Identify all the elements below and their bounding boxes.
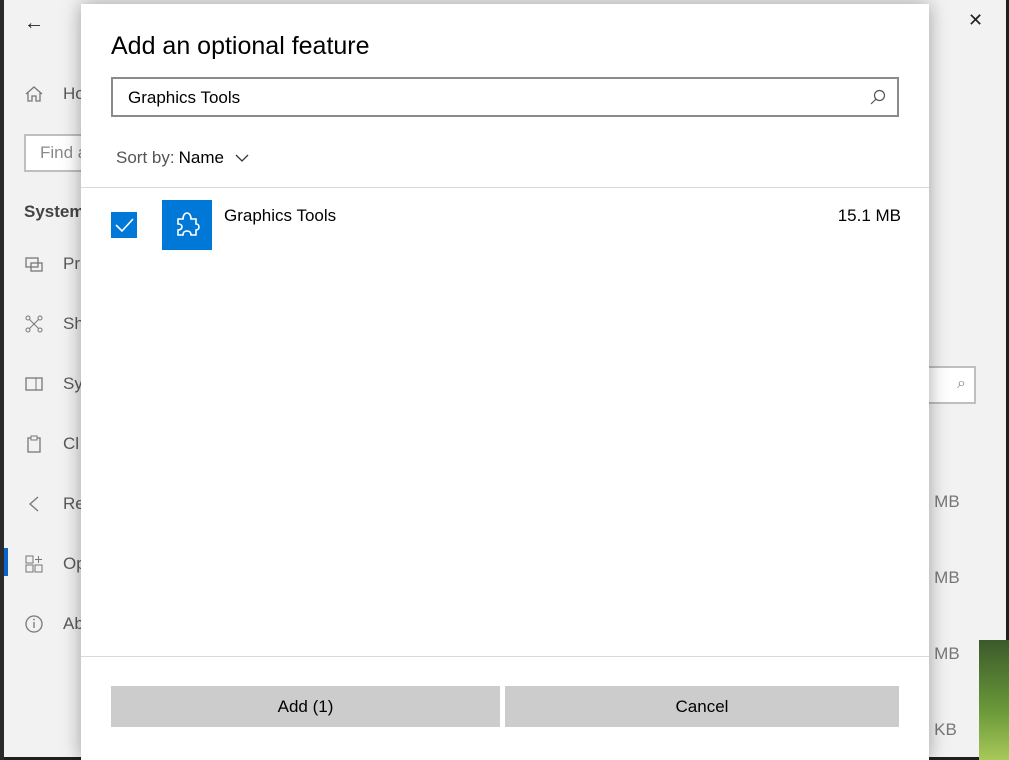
search-icon: ⌕ bbox=[957, 375, 966, 392]
nav-item-system-components[interactable]: Sy bbox=[24, 374, 83, 394]
search-icon[interactable] bbox=[869, 88, 887, 106]
shared-experiences-icon bbox=[24, 314, 44, 334]
sort-value: Name bbox=[178, 148, 224, 167]
checkmark-icon bbox=[115, 218, 134, 233]
puzzle-piece-icon bbox=[162, 200, 212, 250]
divider bbox=[81, 187, 929, 188]
remote-desktop-icon bbox=[24, 494, 44, 514]
projecting-icon bbox=[24, 254, 44, 274]
nav-item-about[interactable]: Ab bbox=[24, 614, 84, 634]
active-nav-indicator bbox=[4, 548, 8, 576]
divider bbox=[81, 656, 929, 657]
optional-features-icon bbox=[24, 554, 44, 574]
add-button[interactable]: Add (1) bbox=[111, 686, 500, 727]
desktop-edge bbox=[0, 0, 4, 760]
back-arrow-icon[interactable]: ← bbox=[24, 12, 44, 35]
nav-item-optional-features[interactable]: Op bbox=[24, 554, 86, 574]
feature-checkbox[interactable] bbox=[111, 212, 137, 238]
clipboard-icon bbox=[24, 434, 44, 454]
search-value: Graphics Tools bbox=[128, 88, 241, 107]
sort-label: Sort by: bbox=[116, 148, 175, 167]
nav-item-projecting[interactable]: Pr bbox=[24, 254, 80, 274]
nav-item-remote-desktop[interactable]: Re bbox=[24, 494, 85, 514]
nav-item-clipboard[interactable]: Cl bbox=[24, 434, 79, 454]
nav-item-shared[interactable]: Sh bbox=[24, 314, 84, 334]
feature-list-item[interactable]: Graphics Tools 15.1 MB bbox=[111, 200, 901, 252]
sort-dropdown[interactable]: Sort by: Name bbox=[116, 148, 250, 168]
close-icon[interactable]: ✕ bbox=[968, 10, 983, 31]
home-icon bbox=[24, 84, 44, 104]
chevron-down-icon bbox=[234, 150, 250, 166]
about-icon bbox=[24, 614, 44, 634]
dialog-title: Add an optional feature bbox=[111, 32, 370, 60]
cancel-button[interactable]: Cancel bbox=[505, 686, 899, 727]
section-heading: System bbox=[24, 202, 85, 221]
desktop-wallpaper bbox=[979, 640, 1009, 760]
feature-name: Graphics Tools bbox=[224, 206, 337, 225]
feature-search-input[interactable]: Graphics Tools bbox=[111, 77, 899, 117]
system-components-icon bbox=[24, 374, 44, 394]
add-optional-feature-dialog: Add an optional feature Graphics Tools S… bbox=[81, 4, 929, 760]
nav-item-home[interactable]: Ho bbox=[24, 84, 85, 104]
feature-size: 15.1 MB bbox=[837, 206, 901, 225]
